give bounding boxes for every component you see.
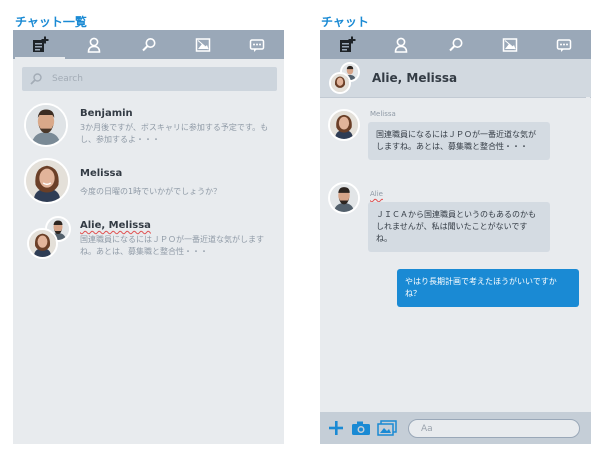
search-icon xyxy=(448,37,462,51)
chat-preview: 3か月後ですが、ボスキャリに参加する予定です。もし、参加するよ・・・ xyxy=(80,123,269,144)
contacts-tab[interactable] xyxy=(374,30,428,59)
message-input[interactable] xyxy=(408,419,580,438)
message-sender: Melissa xyxy=(370,110,396,118)
chat-name: Melissa xyxy=(80,168,123,179)
chat-list-title: チャット一覧 xyxy=(15,15,87,29)
chat-preview: 今度の日曜の1時でいかがでしょうか？ xyxy=(80,187,222,196)
messages-icon xyxy=(249,38,265,52)
avatar xyxy=(24,158,70,204)
chat-list-item-melissa[interactable]: Melissa 今度の日曜の1時でいかがでしょうか？ xyxy=(23,158,281,208)
avatar xyxy=(328,109,360,141)
chat-list-panel: Benjamin 3か月後ですが、ボスキャリに参加する予定です。もし、参加するよ… xyxy=(13,30,284,444)
avatar xyxy=(24,103,68,147)
chat-name: Benjamin xyxy=(80,108,133,119)
chat-list-item-benjamin[interactable]: Benjamin 3か月後ですが、ボスキャリに参加する予定です。もし、参加するよ… xyxy=(23,102,281,152)
chat-header: Alie, Melissa xyxy=(320,59,591,98)
gallery-icon[interactable] xyxy=(377,420,397,436)
chat-header-name: Alie, Melissa xyxy=(372,71,458,85)
search-input[interactable] xyxy=(50,73,264,85)
messages-tab[interactable] xyxy=(230,30,284,59)
chat-preview: 国連職員になるにはＪＰＯが一番近道な気がしますね。あとは、募集職と整合性・・・ xyxy=(80,235,264,256)
new-chat-tab[interactable] xyxy=(13,30,67,59)
camera-icon[interactable] xyxy=(351,420,371,436)
search-icon xyxy=(30,73,42,85)
contacts-icon xyxy=(87,37,101,53)
chat-toolbar xyxy=(320,30,591,59)
new-chat-icon xyxy=(33,36,49,52)
chat-name: Alie, Melissa xyxy=(80,220,151,231)
photo-icon xyxy=(502,37,517,52)
photo-tab[interactable] xyxy=(483,30,537,59)
chat-list-item-alie-melissa[interactable]: Alie, Melissa 国連職員になるにはＪＰＯが一番近道な気がしますね。あ… xyxy=(23,214,281,274)
chat-list-toolbar xyxy=(13,30,284,59)
message-bubble: 国連職員になるにはＪＰＯが一番近道な気がしますね。あとは、募集職と整合性・・・ xyxy=(368,122,550,160)
new-chat-icon xyxy=(340,36,356,52)
chat-title: チャット xyxy=(321,15,369,29)
search-tab[interactable] xyxy=(428,30,482,59)
contacts-tab[interactable] xyxy=(67,30,121,59)
photo-tab[interactable] xyxy=(176,30,230,59)
message-sender: Alie xyxy=(370,190,383,198)
message-bubble: ＪＩＣＡから国連職員というのもあるのかもしれませんが、私は聞いたことがないですね… xyxy=(368,202,550,252)
messages-tab[interactable] xyxy=(537,30,591,59)
avatar xyxy=(328,182,360,214)
search-icon xyxy=(141,37,155,51)
avatar xyxy=(329,72,351,94)
avatar xyxy=(27,228,58,259)
new-chat-tab[interactable] xyxy=(320,30,374,59)
my-message-bubble: やはり長期計画で考えたほうがいいですかね？ xyxy=(397,269,579,307)
message-composer xyxy=(320,412,591,444)
contacts-icon xyxy=(394,37,408,53)
photo-icon xyxy=(195,37,210,52)
add-icon[interactable] xyxy=(328,420,344,436)
chat-panel: Alie, Melissa Melissa 国連職員になるにはＪＰＯが一番近道な… xyxy=(320,30,591,444)
chat-scrollbar[interactable] xyxy=(585,97,591,411)
messages-icon xyxy=(556,38,572,52)
search-tab[interactable] xyxy=(121,30,175,59)
chat-search-bar[interactable] xyxy=(22,67,277,91)
